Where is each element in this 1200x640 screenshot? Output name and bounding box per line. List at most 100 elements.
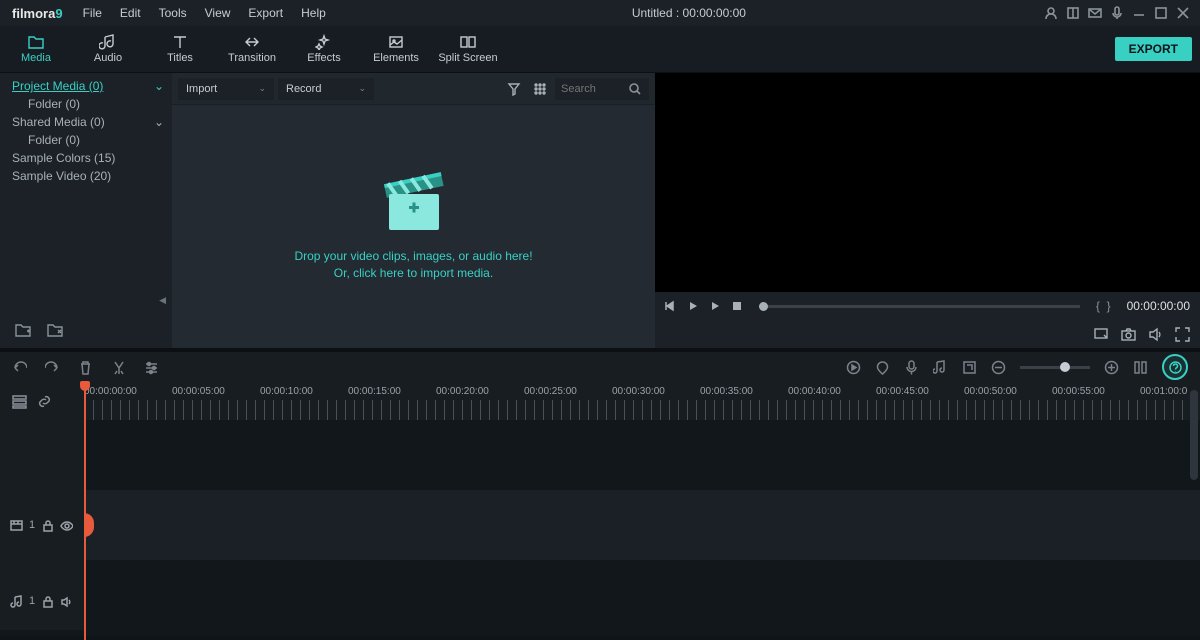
mic-icon[interactable] (1110, 6, 1124, 20)
sidebar-collapse-handle[interactable]: ◀ (0, 288, 172, 312)
preview-timecode: 00:00:00:00 (1127, 299, 1190, 313)
tab-transition[interactable]: Transition (216, 26, 288, 72)
menu-help[interactable]: Help (293, 2, 334, 24)
delete-folder-icon[interactable] (46, 322, 64, 338)
import-dropdown[interactable]: Import⌄ (178, 78, 274, 100)
lock-icon[interactable] (41, 595, 54, 608)
tab-split-screen[interactable]: Split Screen (432, 26, 504, 72)
zoom-in-icon[interactable] (1104, 360, 1119, 375)
window-controls (1044, 6, 1194, 20)
layout-icon[interactable] (1066, 6, 1080, 20)
ruler-tick: 00:00:50:00 (964, 386, 1017, 397)
ruler-tick: 00:00:15:00 (348, 386, 401, 397)
filter-icon[interactable] (503, 78, 525, 100)
vertical-scrollbar[interactable] (1190, 390, 1198, 630)
track-manage-icon[interactable] (12, 394, 27, 409)
menu-view[interactable]: View (197, 2, 239, 24)
redo-icon[interactable] (45, 360, 60, 375)
audio-track-head: 1 (0, 572, 84, 630)
panel-tabs: Media Audio Titles Transition Effects El… (0, 26, 1200, 73)
lock-icon[interactable] (41, 519, 54, 532)
ruler-tick: 00:00:25:00 (524, 386, 577, 397)
visibility-icon[interactable] (60, 519, 73, 532)
timeline-tracks: 1 1 (0, 420, 1200, 636)
maximize-icon[interactable] (1154, 6, 1168, 20)
sidebar-item-project-media[interactable]: Project Media (0)⌄ (0, 77, 172, 95)
record-dropdown[interactable]: Record⌄ (278, 78, 374, 100)
import-drop-zone[interactable]: Drop your video clips, images, or audio … (172, 105, 655, 348)
sidebar-actions (0, 312, 172, 348)
ruler-tick: 00:00:20:00 (436, 386, 489, 397)
mark-in-out[interactable]: { } (1096, 299, 1111, 313)
adjust-icon[interactable] (144, 360, 159, 375)
search-input[interactable] (561, 83, 625, 95)
split-icon[interactable] (111, 360, 126, 375)
preview-scrubber[interactable] (759, 305, 1080, 308)
clapperboard-icon (379, 172, 449, 234)
video-track-head: 1 (0, 490, 84, 560)
delete-icon[interactable] (78, 360, 93, 375)
minimize-icon[interactable] (1132, 6, 1146, 20)
ruler-tick: 00:00:00:00 (84, 386, 137, 397)
snapshot-icon[interactable] (1121, 327, 1136, 342)
tab-titles[interactable]: Titles (144, 26, 216, 72)
marker-icon[interactable] (875, 360, 890, 375)
track-spacer-top (0, 420, 1200, 478)
audio-track-1[interactable]: 1 (0, 572, 1200, 630)
preview-video[interactable] (655, 73, 1200, 292)
render-icon[interactable] (846, 360, 861, 375)
ruler-tick: 00:01:00:0 (1140, 386, 1187, 397)
new-folder-icon[interactable] (14, 322, 32, 338)
search-icon (629, 83, 641, 95)
ruler-tick: 00:00:30:00 (612, 386, 665, 397)
menu-edit[interactable]: Edit (112, 2, 149, 24)
volume-icon[interactable] (1148, 327, 1163, 342)
play-button[interactable] (687, 300, 699, 312)
link-icon[interactable] (37, 394, 52, 409)
crop-icon[interactable] (962, 360, 977, 375)
mail-icon[interactable] (1088, 6, 1102, 20)
video-track-1[interactable]: 1 (0, 490, 1200, 560)
tab-elements[interactable]: Elements (360, 26, 432, 72)
menu-file[interactable]: File (75, 2, 110, 24)
document-title: Untitled : 00:00:00:00 (334, 6, 1044, 20)
tab-effects[interactable]: Effects (288, 26, 360, 72)
user-icon[interactable] (1044, 6, 1058, 20)
close-icon[interactable] (1176, 6, 1190, 20)
zoom-slider[interactable] (1020, 366, 1090, 369)
app-logo: filmora9 (6, 6, 69, 21)
sidebar-item-folder-2[interactable]: Folder (0) (0, 131, 172, 149)
sidebar-item-folder-1[interactable]: Folder (0) (0, 95, 172, 113)
playhead[interactable] (84, 382, 86, 640)
help-button[interactable] (1162, 354, 1188, 380)
zoom-fit-icon[interactable] (1133, 360, 1148, 375)
menu-tools[interactable]: Tools (151, 2, 195, 24)
next-frame-button[interactable] (709, 300, 721, 312)
search-box[interactable] (555, 78, 649, 100)
menu-export[interactable]: Export (240, 2, 291, 24)
zoom-out-icon[interactable] (991, 360, 1006, 375)
undo-icon[interactable] (12, 360, 27, 375)
grid-view-icon[interactable] (529, 78, 551, 100)
ruler-track[interactable]: 00:00:00:0000:00:05:0000:00:10:0000:00:1… (84, 382, 1200, 420)
sidebar-item-sample-colors[interactable]: Sample Colors (15) (0, 149, 172, 167)
ruler-tick: 00:00:10:00 (260, 386, 313, 397)
video-track-body[interactable] (84, 490, 1200, 560)
prev-frame-button[interactable] (665, 300, 677, 312)
fullscreen-icon[interactable] (1175, 327, 1190, 342)
screen-icon[interactable] (1094, 327, 1109, 342)
mute-icon[interactable] (60, 595, 73, 608)
export-button[interactable]: EXPORT (1115, 37, 1192, 61)
tab-audio[interactable]: Audio (72, 26, 144, 72)
audio-track-body[interactable] (84, 572, 1200, 630)
drop-zone-text: Drop your video clips, images, or audio … (294, 248, 532, 282)
tab-media[interactable]: Media (0, 26, 72, 72)
media-toolbar: Import⌄ Record⌄ (172, 73, 655, 105)
voiceover-icon[interactable] (904, 360, 919, 375)
stop-button[interactable] (731, 300, 743, 312)
sidebar-item-sample-video[interactable]: Sample Video (20) (0, 167, 172, 185)
title-bar: filmora9 File Edit Tools View Export Hel… (0, 0, 1200, 26)
video-track-icon (10, 519, 23, 532)
sidebar-item-shared-media[interactable]: Shared Media (0)⌄ (0, 113, 172, 131)
audio-mixer-icon[interactable] (933, 360, 948, 375)
